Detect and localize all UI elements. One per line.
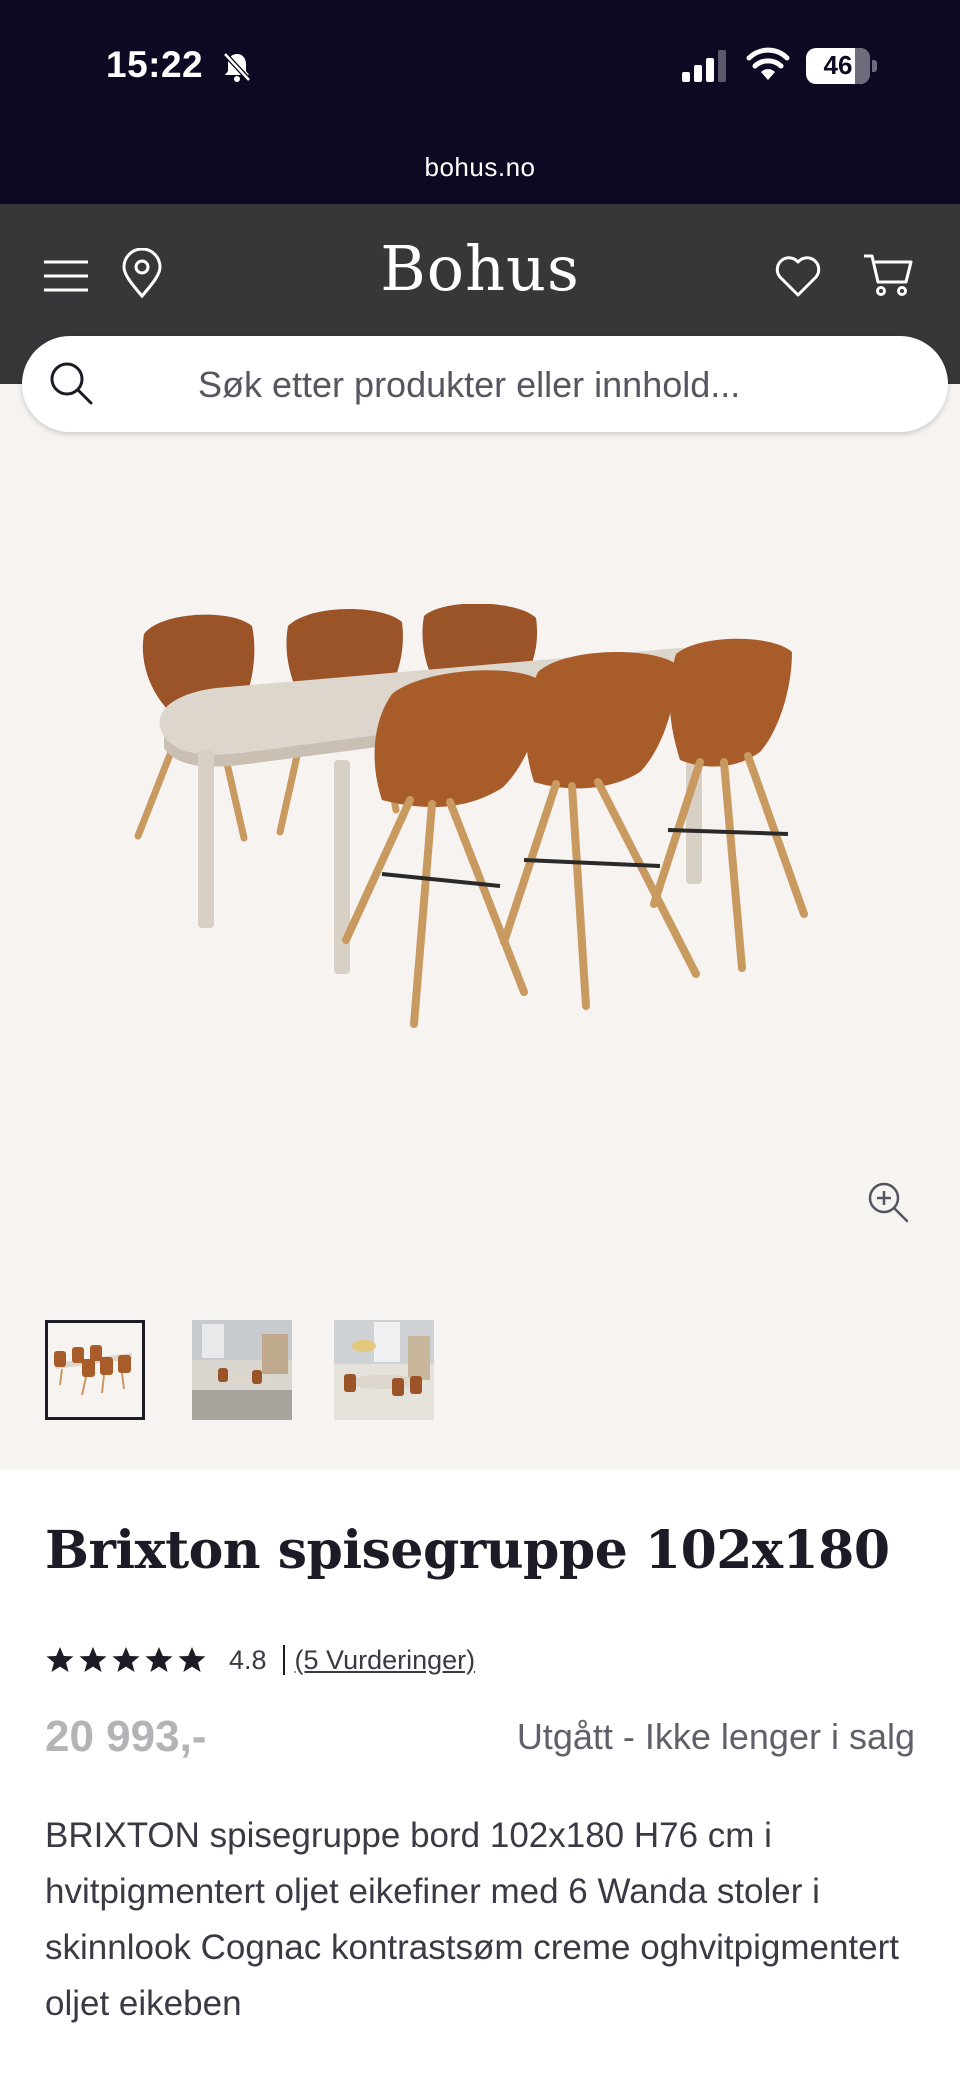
thumbnail-image	[48, 1323, 142, 1417]
rating-stars	[45, 1645, 207, 1675]
rating-row: 4.8 (5 Vurderinger)	[45, 1640, 475, 1680]
thumbnail-2[interactable]	[192, 1320, 292, 1420]
bell-muted-icon	[223, 52, 251, 82]
product-image[interactable]	[120, 604, 840, 1044]
battery-level: 46	[823, 50, 853, 80]
wifi-icon	[746, 47, 790, 80]
signal-icon	[682, 50, 726, 82]
star-icon	[79, 1647, 107, 1672]
product-description: BRIXTON spisegruppe bord 102x180 H76 cm …	[45, 1816, 899, 2023]
rating-value: 4.8	[229, 1644, 267, 1675]
heart-icon[interactable]	[772, 250, 824, 302]
reviews-link[interactable]: (5 Vurderinger)	[295, 1645, 476, 1676]
search-input[interactable]: Søk etter produkter eller innhold...	[198, 364, 740, 406]
product-price: 20 993,-	[45, 1712, 207, 1761]
search-icon[interactable]	[48, 360, 94, 406]
thumbnail-image	[192, 1320, 292, 1420]
star-icon	[178, 1647, 206, 1672]
cart-icon[interactable]	[862, 248, 914, 300]
zoom-icon[interactable]	[866, 1180, 910, 1224]
thumbnail-3[interactable]	[334, 1320, 434, 1420]
star-icon	[145, 1647, 173, 1672]
search-bar[interactable]: Søk etter produkter eller innhold...	[22, 336, 948, 432]
battery-icon: 46	[806, 48, 878, 84]
thumbnail-image	[334, 1320, 434, 1420]
star-icon	[112, 1647, 140, 1672]
rating-divider	[282, 1645, 285, 1675]
status-time: 15:22	[106, 44, 204, 85]
star-icon	[46, 1647, 74, 1672]
product-title: Brixton spisegruppe 102x180	[45, 1520, 890, 1581]
thumbnail-1[interactable]	[45, 1320, 145, 1420]
product-gallery	[0, 384, 960, 1470]
availability-status: Utgått - Ikke lenger i salg	[516, 1716, 915, 1757]
status-bar: 15:22 46 bohus.no	[0, 0, 960, 204]
browser-url[interactable]: bohus.no	[0, 152, 960, 183]
